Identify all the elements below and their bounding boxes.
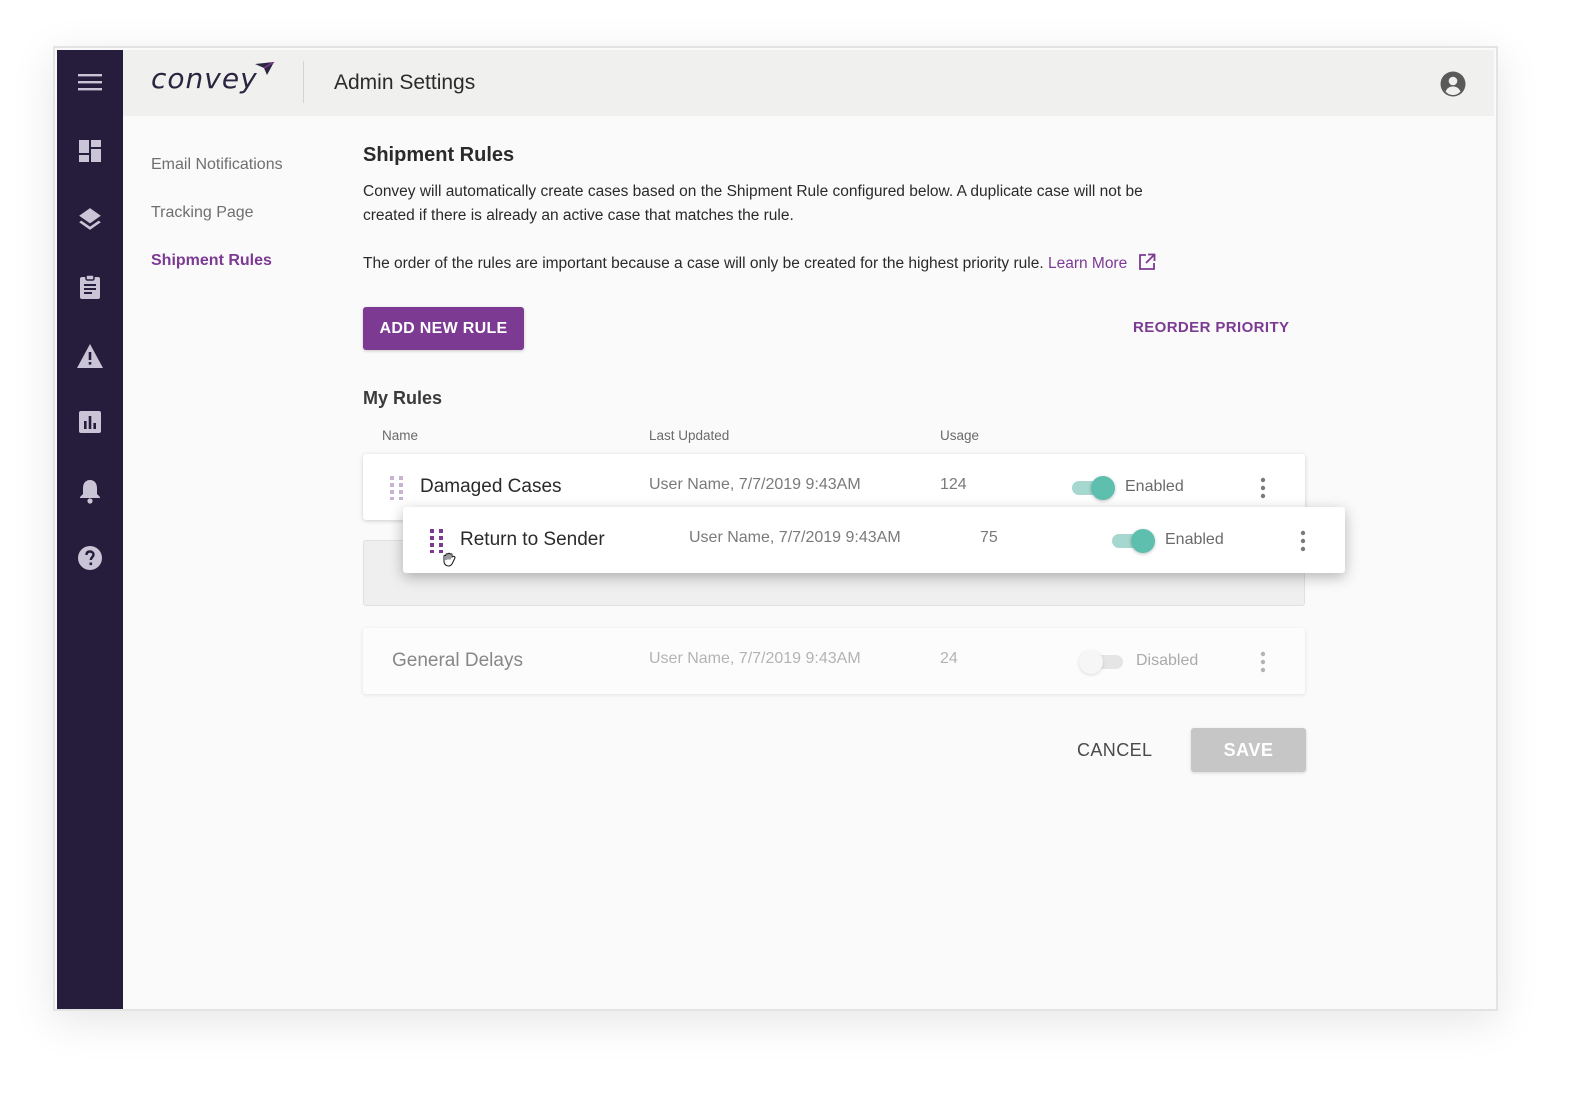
more-options-icon[interactable] (1253, 650, 1273, 674)
column-header-name: Name (382, 428, 419, 443)
rule-name: Return to Sender (460, 529, 605, 550)
rule-status: Disabled (1136, 652, 1199, 669)
rule-status: Enabled (1165, 531, 1224, 548)
add-new-rule-button[interactable]: ADD NEW RULE (363, 307, 524, 350)
bar-chart-icon[interactable] (76, 408, 104, 436)
convey-logo: convey (151, 62, 258, 95)
subnav-item-tracking-page[interactable]: Tracking Page (151, 204, 254, 222)
learn-more-link[interactable]: Learn More (1048, 255, 1127, 272)
rule-enabled-toggle[interactable] (1070, 476, 1115, 500)
column-header-last-updated: Last Updated (649, 428, 730, 443)
rule-usage: 24 (940, 650, 958, 667)
page-title: Admin Settings (334, 71, 476, 94)
warning-icon[interactable] (76, 342, 104, 370)
rule-row[interactable]: General Delays User Name, 7/7/2019 9:43A… (363, 628, 1305, 694)
rule-name: General Delays (392, 650, 523, 671)
account-icon[interactable] (1440, 71, 1466, 102)
rule-row-dragging[interactable]: Return to Sender User Name, 7/7/2019 9:4… (403, 507, 1345, 573)
order-note-text: The order of the rules are important bec… (363, 255, 1044, 272)
clipboard-icon[interactable] (76, 273, 104, 301)
header-divider (303, 61, 304, 103)
section-heading: Shipment Rules (363, 144, 515, 166)
rule-last-updated: User Name, 7/7/2019 9:43AM (649, 650, 861, 667)
more-options-icon[interactable] (1253, 476, 1273, 500)
drag-handle-icon[interactable] (390, 476, 404, 500)
subnav-item-email-notifications[interactable]: Email Notifications (151, 156, 283, 174)
order-note: The order of the rules are important bec… (363, 252, 1263, 279)
grab-cursor-icon (441, 551, 459, 574)
rule-enabled-toggle[interactable] (1079, 650, 1125, 674)
sidebar (57, 50, 123, 1009)
reorder-priority-button[interactable]: REORDER PRIORITY (1133, 319, 1289, 336)
drag-handle-icon[interactable] (430, 529, 444, 553)
top-header: convey Admin Settings (123, 50, 1494, 116)
rule-usage: 75 (980, 529, 998, 546)
rule-last-updated: User Name, 7/7/2019 9:43AM (689, 529, 901, 546)
dashboard-icon[interactable] (76, 137, 104, 165)
external-link-icon[interactable] (1138, 253, 1156, 279)
menu-icon[interactable] (76, 68, 104, 96)
more-options-icon[interactable] (1293, 529, 1313, 553)
logo-mark-icon (255, 61, 275, 81)
rule-last-updated: User Name, 7/7/2019 9:43AM (649, 476, 861, 493)
save-button[interactable]: SAVE (1191, 728, 1306, 772)
layers-icon[interactable] (76, 205, 104, 233)
rule-status: Enabled (1125, 478, 1184, 495)
help-icon[interactable] (76, 544, 104, 572)
app-window: convey Admin Settings Email Notification… (53, 46, 1498, 1011)
subnav-item-shipment-rules[interactable]: Shipment Rules (151, 252, 272, 270)
rule-name: Damaged Cases (420, 476, 562, 497)
my-rules-heading: My Rules (363, 388, 443, 408)
bell-icon[interactable] (76, 477, 104, 505)
section-description: Convey will automatically create cases b… (363, 183, 1143, 224)
rule-usage: 124 (940, 476, 967, 493)
column-header-usage: Usage (940, 428, 980, 443)
rule-enabled-toggle[interactable] (1110, 529, 1155, 553)
cancel-button[interactable]: CANCEL (1077, 740, 1152, 761)
